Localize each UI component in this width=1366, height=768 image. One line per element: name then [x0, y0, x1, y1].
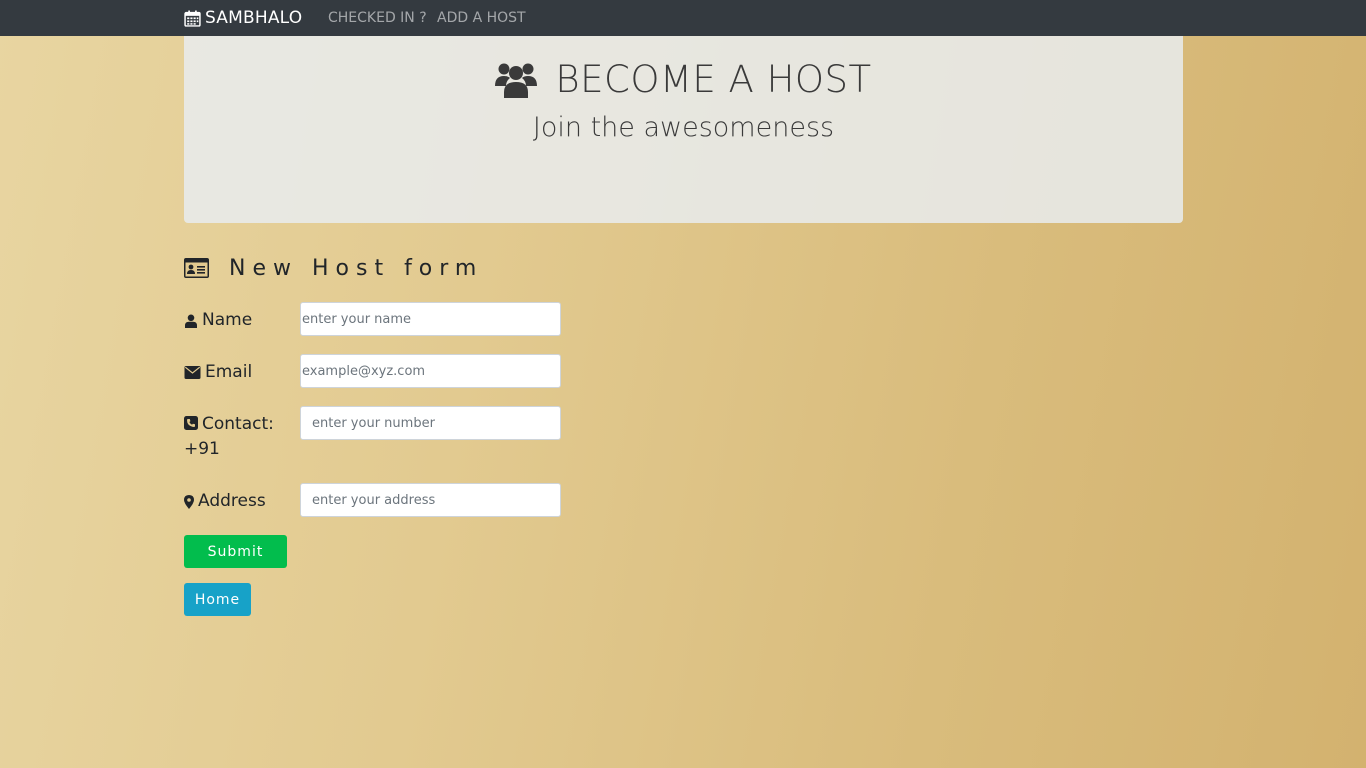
nav-link-checked-in[interactable]: CHECKED IN ?: [328, 0, 427, 36]
nav-link-add-host[interactable]: ADD A HOST: [437, 0, 526, 36]
home-button[interactable]: Home: [184, 583, 251, 616]
email-label: Email: [184, 360, 252, 385]
email-input[interactable]: [300, 354, 561, 388]
envelope-icon: [184, 366, 201, 379]
address-input[interactable]: [300, 483, 561, 517]
name-label: Name: [184, 308, 252, 333]
email-label-text: Email: [205, 362, 253, 382]
submit-button[interactable]: Submit: [184, 535, 287, 568]
hero-title-row: BECOME A HOST: [184, 58, 1183, 101]
page-title: BECOME A HOST: [555, 58, 872, 101]
map-marker-icon: [184, 494, 194, 509]
name-input[interactable]: [300, 302, 561, 336]
user-icon: [185, 314, 197, 328]
address-label-text: Address: [198, 491, 266, 511]
phone-icon: [184, 416, 198, 430]
contact-label: Contact: +91: [184, 412, 294, 462]
brand-link[interactable]: SAMBHALO: [184, 0, 302, 36]
contact-prefix: +91: [184, 439, 220, 459]
form-heading: New Host form: [184, 254, 483, 282]
id-card-icon: [184, 258, 209, 278]
top-navbar: SAMBHALO CHECKED IN ? ADD A HOST: [0, 0, 1366, 36]
brand-label: SAMBHALO: [205, 8, 303, 28]
contact-label-text: Contact:: [202, 414, 274, 434]
address-label: Address: [184, 489, 266, 514]
contact-input[interactable]: [300, 406, 561, 440]
users-icon: [495, 63, 538, 98]
hero-banner: BECOME A HOST Join the awesomeness: [184, 36, 1183, 223]
calendar-icon: [184, 10, 201, 27]
form-heading-label: New Host form: [229, 255, 484, 281]
page-subtitle: Join the awesomeness: [532, 112, 835, 143]
name-label-text: Name: [202, 310, 253, 330]
